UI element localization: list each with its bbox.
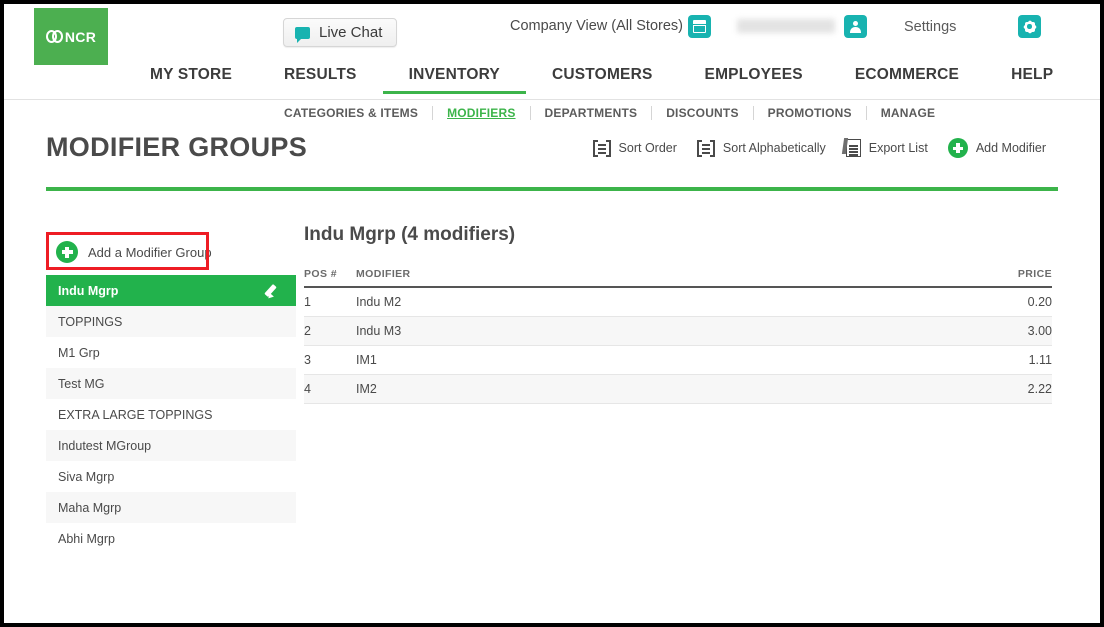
page-header: MODIFIER GROUPS Sort Order Sort Alphabet…	[4, 130, 1100, 180]
chat-bubble-icon	[295, 26, 310, 43]
cell-modifier: IM2	[356, 374, 932, 404]
table-row[interactable]: 3 IM1 1.11	[304, 345, 1052, 375]
nav-item-my-store[interactable]: MY STORE	[124, 66, 258, 91]
nav-item-results[interactable]: RESULTS	[258, 66, 383, 91]
table-row[interactable]: 4 IM2 2.22	[304, 374, 1052, 404]
live-chat-label: Live Chat	[319, 24, 383, 41]
sidebar-item-test-mg[interactable]: Test MG	[46, 368, 296, 399]
company-view-label[interactable]: Company View (All Stores)	[510, 18, 683, 34]
sidebar-item-maha-mgrp[interactable]: Maha Mgrp	[46, 492, 296, 523]
settings-label[interactable]: Settings	[904, 19, 956, 35]
sidebar-item-siva-mgrp[interactable]: Siva Mgrp	[46, 461, 296, 492]
store-selector-button[interactable]	[688, 15, 711, 38]
sort-order-icon	[592, 139, 611, 157]
ncr-logo[interactable]: NCR	[34, 8, 108, 65]
cell-modifier: Indu M2	[356, 287, 932, 317]
sub-navigation: CATEGORIES & ITEMS MODIFIERS DEPARTMENTS…	[4, 100, 1100, 130]
subnav-item-modifiers[interactable]: MODIFIERS	[433, 106, 531, 120]
export-list-label: Export List	[868, 141, 928, 155]
nav-item-ecommerce[interactable]: ECOMMERCE	[829, 66, 985, 91]
plus-circle-icon	[947, 138, 968, 158]
sidebar-item-label: Maha Mgrp	[58, 500, 122, 515]
cell-price: 1.11	[932, 345, 1052, 375]
table-row[interactable]: 2 Indu M3 3.00	[304, 316, 1052, 346]
subnav-item-discounts[interactable]: DISCOUNTS	[652, 106, 754, 120]
sort-alphabetically-button[interactable]: Sort Alphabetically	[696, 139, 826, 157]
subnav-item-manage[interactable]: MANAGE	[867, 106, 950, 120]
detail-title: Indu Mgrp (4 modifiers)	[304, 224, 516, 245]
sidebar-item-m1-grp[interactable]: M1 Grp	[46, 337, 296, 368]
ncr-rings-icon	[45, 30, 63, 43]
settings-button[interactable]	[1018, 15, 1041, 38]
live-chat-button[interactable]: Live Chat	[283, 18, 398, 47]
sidebar-item-label: Test MG	[58, 376, 105, 391]
add-modifier-group-button[interactable]: Add a Modifier Group	[56, 241, 212, 263]
header-divider	[46, 187, 1058, 191]
add-modifier-button[interactable]: Add Modifier	[947, 138, 1046, 158]
logo-mark: NCR	[45, 28, 97, 45]
sidebar-item-indu-mgrp[interactable]: Indu Mgrp	[46, 275, 296, 306]
add-modifier-label: Add Modifier	[975, 141, 1046, 155]
pencil-icon[interactable]	[264, 283, 280, 301]
cell-price: 2.22	[932, 374, 1052, 404]
table-body: 1 Indu M2 0.20 2 Indu M3 3.00 3 IM1 1.11	[304, 287, 1052, 404]
cell-pos: 1	[304, 287, 356, 317]
sort-order-button[interactable]: Sort Order	[592, 139, 677, 157]
cell-pos: 4	[304, 374, 356, 404]
sort-alphabetical-icon	[696, 139, 715, 157]
sidebar-item-label: TOPPINGS	[58, 314, 123, 329]
table-header-row: POS # MODIFIER PRICE	[304, 268, 1052, 288]
sidebar-item-extra-large-toppings[interactable]: EXTRA LARGE TOPPINGS	[46, 399, 296, 430]
user-account-button[interactable]	[844, 15, 867, 38]
sidebar-item-label: Abhi Mgrp	[58, 531, 115, 546]
add-modifier-group-area: Add a Modifier Group	[46, 232, 226, 270]
sidebar-item-label: Indutest MGroup	[58, 438, 152, 453]
store-icon	[693, 20, 706, 33]
column-header-modifier[interactable]: MODIFIER	[356, 268, 932, 288]
sidebar-item-indutest-mgroup[interactable]: Indutest MGroup	[46, 430, 296, 461]
sidebar-item-label: Indu Mgrp	[58, 283, 119, 298]
subnav-item-categories-items[interactable]: CATEGORIES & ITEMS	[270, 106, 434, 120]
modifier-detail-panel: Indu Mgrp (4 modifiers) POS # MODIFIER P…	[304, 224, 1052, 404]
sidebar-item-label: EXTRA LARGE TOPPINGS	[58, 407, 213, 422]
modifier-table: POS # MODIFIER PRICE 1 Indu M2 0.20 2 In…	[304, 268, 1052, 404]
document-icon	[845, 139, 861, 157]
column-header-pos[interactable]: POS #	[304, 268, 356, 288]
page-title: MODIFIER GROUPS	[46, 132, 308, 162]
cell-price: 3.00	[932, 316, 1052, 346]
cell-pos: 3	[304, 345, 356, 375]
logo-text: NCR	[64, 28, 97, 45]
page-toolbar: Sort Order Sort Alphabetically Export Li…	[592, 138, 1046, 158]
cell-modifier: Indu M3	[356, 316, 932, 346]
sort-order-label: Sort Order	[618, 141, 677, 155]
sidebar-item-label: M1 Grp	[58, 345, 100, 360]
main-navigation: MY STORE RESULTS INVENTORY CUSTOMERS EMP…	[4, 66, 1100, 100]
user-name-redacted	[737, 19, 835, 33]
nav-item-help[interactable]: HELP	[985, 66, 1079, 91]
cell-modifier: IM1	[356, 345, 932, 375]
nav-item-inventory[interactable]: INVENTORY	[382, 66, 526, 94]
sort-alphabetically-label: Sort Alphabetically	[722, 141, 826, 155]
export-list-button[interactable]: Export List	[845, 139, 928, 157]
app-window: NCR Live Chat Company View (All Stores) …	[0, 0, 1104, 627]
add-modifier-group-label: Add a Modifier Group	[88, 244, 212, 260]
sidebar-item-label: Siva Mgrp	[58, 469, 115, 484]
cell-price: 0.20	[932, 287, 1052, 317]
nav-item-customers[interactable]: CUSTOMERS	[526, 66, 679, 91]
subnav-item-promotions[interactable]: PROMOTIONS	[754, 106, 867, 120]
top-bar: NCR Live Chat Company View (All Stores) …	[4, 4, 1100, 66]
table-row[interactable]: 1 Indu M2 0.20	[304, 287, 1052, 317]
user-icon	[849, 20, 862, 33]
nav-item-employees[interactable]: EMPLOYEES	[679, 66, 829, 91]
gear-icon	[1022, 19, 1037, 34]
sidebar-item-toppings[interactable]: TOPPINGS	[46, 306, 296, 337]
modifier-group-sidebar: Add a Modifier Group Indu Mgrp TOPPINGS …	[46, 232, 296, 554]
table-header: POS # MODIFIER PRICE	[304, 268, 1052, 288]
modifier-group-list: Indu Mgrp TOPPINGS M1 Grp Test MG EXTRA …	[46, 275, 296, 554]
plus-circle-icon	[56, 241, 78, 263]
cell-pos: 2	[304, 316, 356, 346]
subnav-item-departments[interactable]: DEPARTMENTS	[531, 106, 653, 120]
sidebar-item-abhi-mgrp[interactable]: Abhi Mgrp	[46, 523, 296, 554]
column-header-price[interactable]: PRICE	[932, 268, 1052, 288]
